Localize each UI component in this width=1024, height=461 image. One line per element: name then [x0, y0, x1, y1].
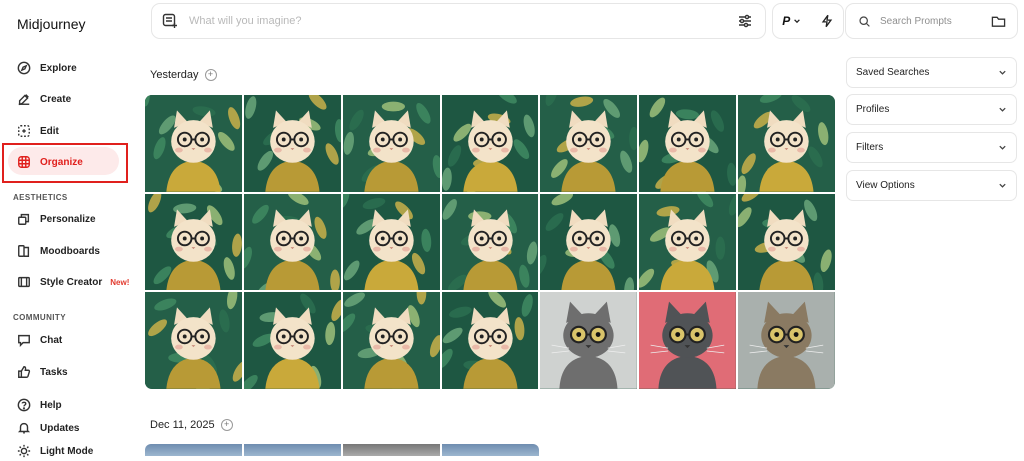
- profiles-section[interactable]: Profiles: [846, 94, 1017, 125]
- community-heading: COMMUNITY: [13, 313, 66, 322]
- prompt-bar: What will you imagine?: [151, 3, 766, 39]
- sidebar-item-tasks[interactable]: Tasks: [17, 362, 68, 382]
- image-grid: [145, 95, 835, 389]
- sidebar-item-create[interactable]: Create: [17, 89, 71, 109]
- section-label: View Options: [856, 180, 915, 191]
- app-logo[interactable]: Midjourney: [17, 16, 85, 32]
- image-thumbnail[interactable]: [145, 193, 242, 291]
- aesthetics-heading: AESTHETICS: [13, 193, 68, 202]
- chevron-down-icon: [999, 145, 1006, 150]
- image-thumbnail[interactable]: [243, 292, 341, 389]
- sidebar-item-personalize[interactable]: Personalize: [17, 209, 96, 229]
- sidebar-item-label: Edit: [40, 125, 59, 137]
- sidebar-item-light-mode[interactable]: Light Mode: [17, 441, 93, 461]
- sidebar-item-label: Chat: [40, 334, 63, 346]
- sidebar-item-label: Moodboards: [40, 245, 100, 257]
- image-thumbnail[interactable]: [442, 444, 539, 456]
- chevron-down-icon: [794, 19, 801, 24]
- image-thumbnail[interactable]: [540, 193, 638, 291]
- edit-icon: [17, 124, 31, 138]
- image-thumbnail[interactable]: [342, 193, 440, 291]
- add-circle-icon[interactable]: +: [220, 419, 233, 431]
- sidebar-item-label: Personalize: [40, 213, 96, 225]
- highlight-annotation: [2, 143, 128, 183]
- image-thumbnail[interactable]: [243, 95, 341, 192]
- new-badge: New!: [110, 277, 130, 287]
- help-icon: [17, 398, 31, 412]
- section-label: Profiles: [856, 104, 890, 115]
- saved-searches-section[interactable]: Saved Searches: [846, 57, 1017, 88]
- prompt-input[interactable]: What will you imagine?: [189, 15, 737, 27]
- chat-icon: [17, 333, 31, 347]
- chevron-down-icon: [999, 183, 1006, 188]
- style-creator-icon: [17, 275, 31, 289]
- search-icon: [859, 15, 870, 27]
- sidebar-item-help[interactable]: Help: [17, 395, 62, 415]
- image-thumbnail[interactable]: [342, 95, 440, 192]
- search-box: Search Prompts: [845, 3, 1018, 39]
- sidebar-item-label: Tasks: [40, 366, 68, 378]
- image-thumbnail[interactable]: [441, 95, 539, 192]
- add-image-icon[interactable]: [162, 13, 178, 29]
- settings-sliders-icon[interactable]: [737, 13, 753, 29]
- image-thumbnail[interactable]: [738, 292, 835, 389]
- chevron-down-icon: [999, 107, 1006, 112]
- sidebar-item-moodboards[interactable]: Moodboards: [17, 241, 100, 261]
- image-thumbnail[interactable]: [342, 292, 440, 389]
- bell-icon: [17, 421, 31, 435]
- brush-icon: [17, 92, 31, 106]
- sidebar-item-label: Create: [40, 93, 72, 105]
- sidebar-item-label: Light Mode: [40, 445, 94, 457]
- mode-label: P: [782, 14, 791, 28]
- sidebar-item-edit[interactable]: Edit: [17, 121, 59, 141]
- image-thumbnail[interactable]: [639, 193, 737, 291]
- filters-section[interactable]: Filters: [846, 132, 1017, 163]
- date-label: Dec 11, 2025: [150, 419, 215, 431]
- add-circle-icon[interactable]: +: [204, 69, 217, 81]
- image-thumbnail[interactable]: [540, 292, 638, 389]
- sidebar-item-explore[interactable]: Explore: [17, 58, 77, 78]
- folder-icon[interactable]: [991, 14, 1006, 29]
- sidebar-item-label: Style Creator: [40, 276, 103, 288]
- sidebar: Midjourney Explore Create Edit Organize …: [0, 0, 138, 458]
- mode-controls: P: [772, 3, 844, 39]
- chevron-down-icon: [999, 70, 1006, 75]
- sidebar-item-label: Updates: [40, 422, 80, 434]
- date-label: Yesterday: [150, 69, 199, 81]
- sidebar-item-updates[interactable]: Updates: [17, 418, 79, 438]
- mode-selector[interactable]: P: [782, 14, 801, 28]
- image-thumbnail[interactable]: [145, 292, 242, 389]
- date-group-header: Yesterday +: [150, 69, 217, 81]
- image-thumbnail[interactable]: [145, 95, 242, 192]
- lightning-icon[interactable]: [820, 14, 834, 28]
- sidebar-item-chat[interactable]: Chat: [17, 330, 62, 350]
- image-thumbnail[interactable]: [540, 95, 638, 192]
- view-options-section[interactable]: View Options: [846, 170, 1017, 201]
- section-label: Saved Searches: [856, 67, 930, 78]
- image-thumbnail[interactable]: [441, 292, 539, 389]
- compass-icon: [17, 61, 31, 75]
- sidebar-item-style-creator[interactable]: Style Creator New!: [17, 272, 129, 292]
- layers-icon: [17, 212, 31, 226]
- sidebar-item-label: Explore: [40, 62, 77, 74]
- image-thumbnail[interactable]: [639, 292, 737, 389]
- image-thumbnail[interactable]: [244, 444, 341, 456]
- search-prompts-input[interactable]: Search Prompts: [880, 16, 991, 27]
- sidebar-item-label: Help: [40, 399, 62, 411]
- image-thumbnail[interactable]: [343, 444, 440, 456]
- image-thumbnail[interactable]: [639, 95, 737, 192]
- image-thumbnail[interactable]: [145, 444, 242, 456]
- moodboard-icon: [17, 244, 31, 258]
- thumbs-up-icon: [17, 365, 31, 379]
- image-thumbnail[interactable]: [738, 193, 835, 291]
- date-group-header: Dec 11, 2025 +: [150, 419, 233, 431]
- image-thumbnail[interactable]: [441, 193, 539, 291]
- section-label: Filters: [856, 142, 884, 153]
- image-thumbnail[interactable]: [738, 95, 835, 192]
- image-grid: [145, 444, 539, 456]
- image-thumbnail[interactable]: [243, 193, 341, 291]
